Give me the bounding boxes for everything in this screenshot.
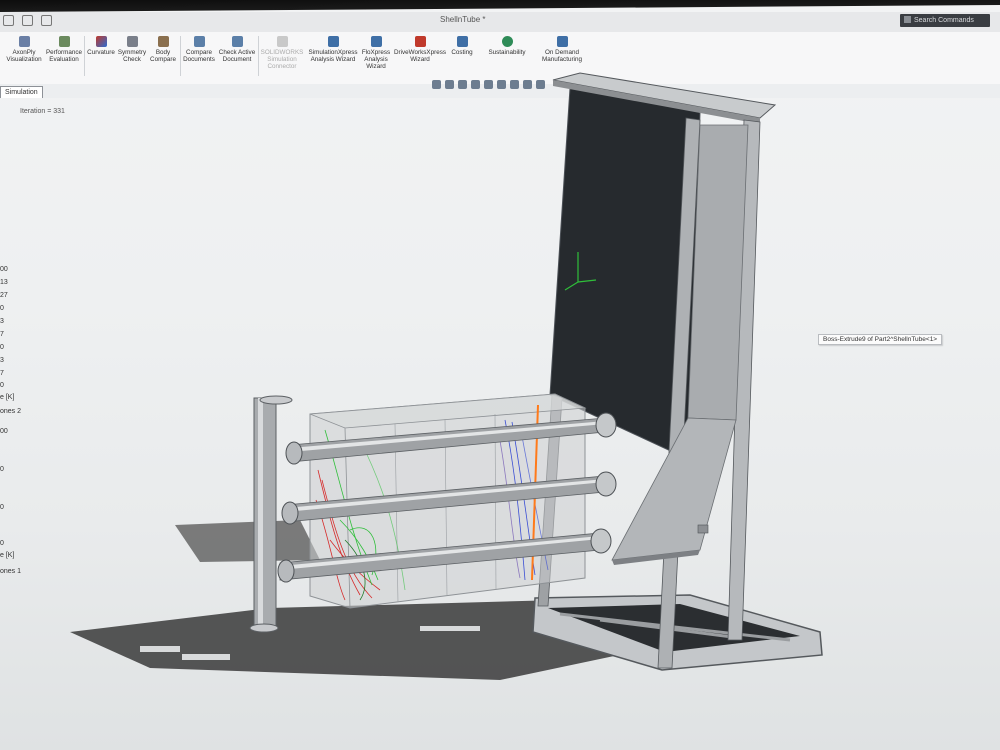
screen: ShellnTube * Search Commands AxonPly Vis…: [0, 0, 1000, 750]
model-viewport[interactable]: [0, 0, 1000, 750]
tube-end-cap: [595, 412, 617, 438]
tube-end-cap: [595, 471, 617, 497]
hopper-bolt: [697, 524, 709, 534]
pipe-flange: [259, 395, 293, 405]
shadow-gap: [182, 654, 230, 660]
header-pipe: [253, 397, 277, 631]
pipe-highlight: [258, 398, 263, 630]
ground-shadow: [175, 520, 320, 562]
selection-tooltip: Boss-Extrude9 of Part2^ShellnTube<1>: [818, 334, 943, 345]
pipe-flange: [249, 623, 279, 633]
tube-inlet: [281, 501, 299, 525]
tube-inlet: [277, 559, 295, 583]
tube-end-cap: [590, 528, 612, 554]
shadow-gap: [140, 646, 180, 652]
tube-inlet: [285, 441, 303, 465]
shadow-gap: [420, 626, 480, 631]
